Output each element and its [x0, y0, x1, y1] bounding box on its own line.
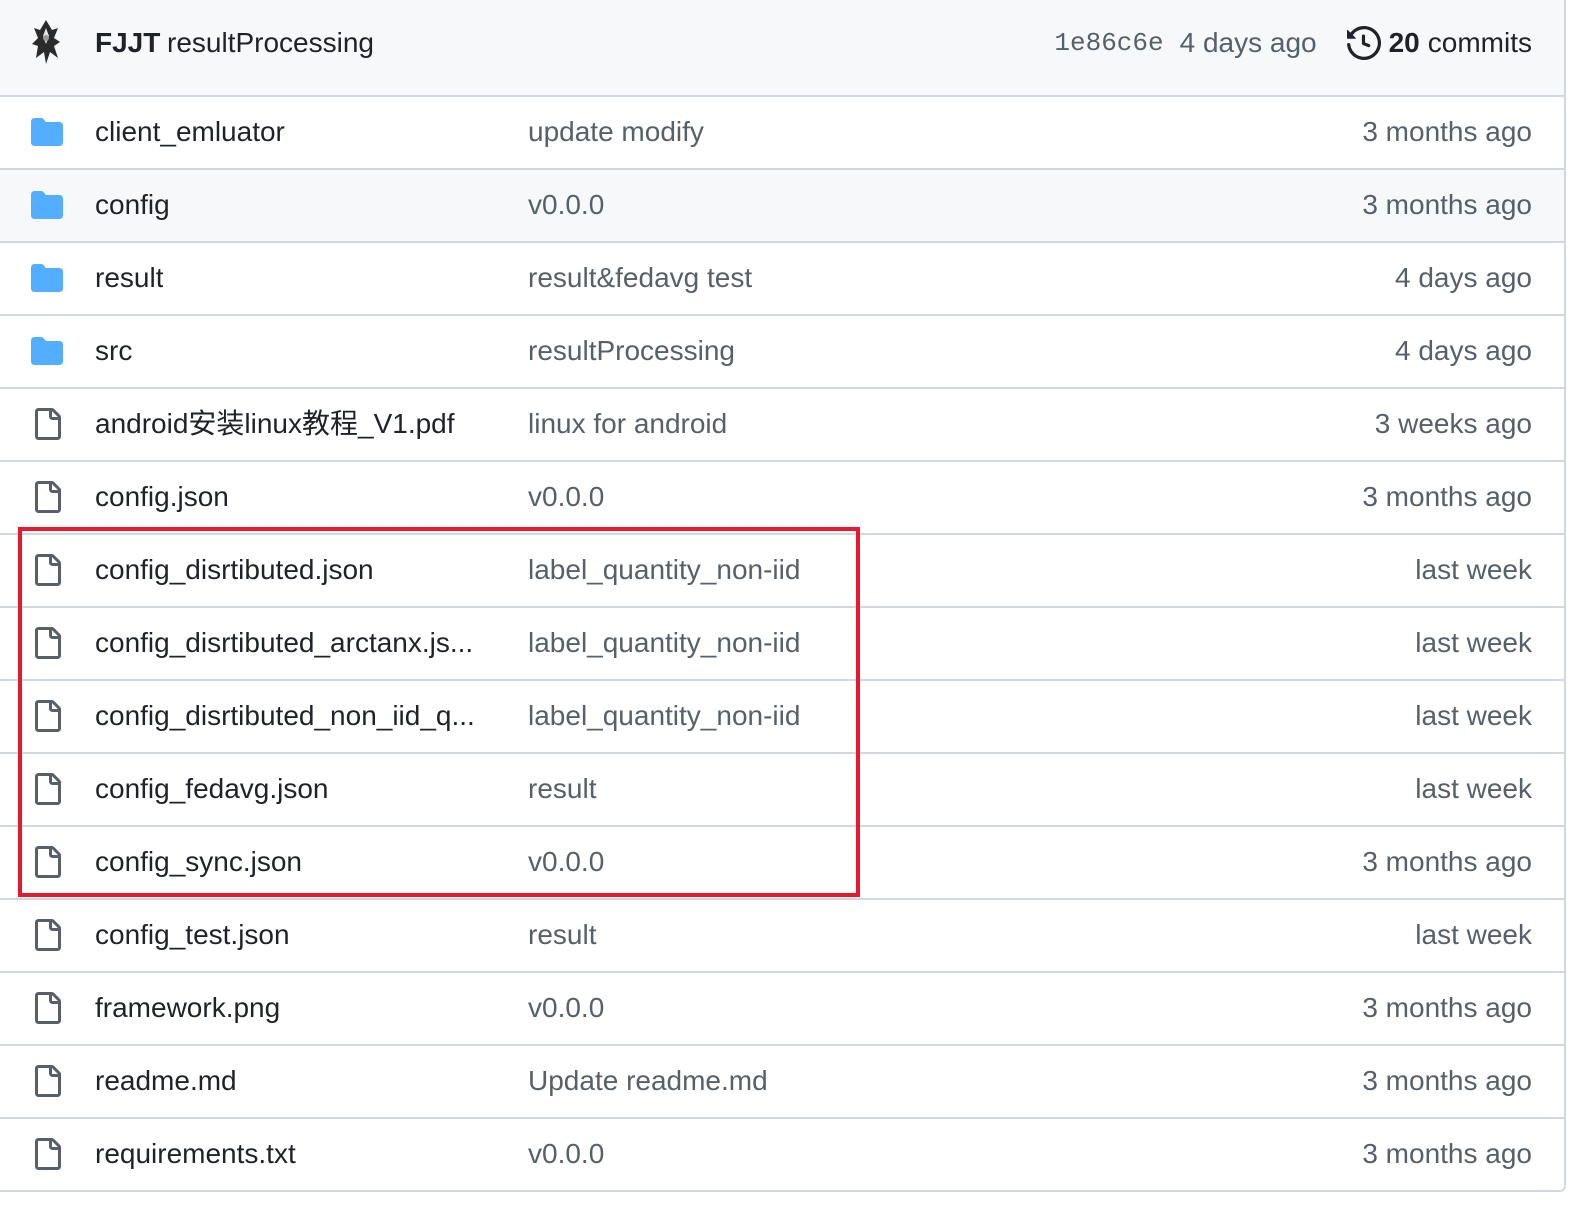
- file-commit-age: last week: [1415, 554, 1532, 585]
- file-name-link[interactable]: config_test.json: [95, 918, 290, 952]
- file-commit-age: 3 weeks ago: [1374, 408, 1532, 439]
- history-icon: [1346, 26, 1381, 60]
- file-name-link[interactable]: config.json: [95, 480, 229, 514]
- file-commit-age: 3 months ago: [1362, 1138, 1532, 1169]
- file-name-link[interactable]: result: [95, 261, 163, 295]
- file-commit-message-link[interactable]: linux for android: [528, 407, 727, 441]
- file-commit-age: last week: [1415, 700, 1532, 731]
- file-row[interactable]: readme.md Update readme.md 3 months ago: [0, 1046, 1564, 1119]
- author-avatar[interactable]: [26, 18, 66, 66]
- file-icon: [30, 992, 64, 1024]
- file-commit-message-link[interactable]: v0.0.0: [528, 845, 604, 879]
- file-row[interactable]: config.json v0.0.0 3 months ago: [0, 462, 1564, 535]
- file-icon: [30, 554, 64, 586]
- file-icon: [30, 700, 64, 732]
- file-commit-age: 3 months ago: [1362, 846, 1532, 877]
- latest-commit-bar: FJJT resultProcessing 1e86c6e 4 days ago…: [0, 0, 1564, 97]
- file-icon: [30, 481, 64, 513]
- commit-count: 20: [1388, 27, 1420, 58]
- file-row[interactable]: android安装linux教程_V1.pdf linux for android…: [0, 389, 1564, 462]
- file-commit-age: last week: [1415, 773, 1532, 804]
- folder-icon: [30, 189, 64, 221]
- file-name-link[interactable]: android安装linux教程_V1.pdf: [95, 407, 455, 441]
- file-commit-age: 4 days ago: [1395, 262, 1532, 293]
- file-icon: [30, 408, 64, 440]
- commits-label: commits: [1427, 27, 1532, 58]
- file-commit-message-link[interactable]: v0.0.0: [528, 1137, 604, 1171]
- file-row[interactable]: src resultProcessing 4 days ago: [0, 316, 1564, 389]
- file-commit-message-link[interactable]: label_quantity_non-iid: [528, 626, 800, 660]
- file-row[interactable]: requirements.txt v0.0.0 3 months ago: [0, 1119, 1564, 1190]
- file-commit-age: 4 days ago: [1395, 335, 1532, 366]
- file-icon: [30, 919, 64, 951]
- file-row[interactable]: config_disrtibuted.json label_quantity_no…: [0, 535, 1564, 608]
- folder-icon: [30, 116, 64, 148]
- file-name-link[interactable]: config_disrtibuted.json: [95, 553, 374, 587]
- file-commit-age: 3 months ago: [1362, 116, 1532, 147]
- file-commit-age: last week: [1415, 919, 1532, 950]
- file-name-link[interactable]: config_sync.json: [95, 845, 302, 879]
- file-row[interactable]: config_test.json result last week: [0, 900, 1564, 973]
- file-commit-message-link[interactable]: Update readme.md: [528, 1064, 768, 1098]
- file-row[interactable]: client_emluator update modify 3 months ago: [0, 97, 1564, 170]
- commit-author[interactable]: FJJT: [95, 26, 160, 60]
- file-row[interactable]: result result&fedavg test 4 days ago: [0, 243, 1564, 316]
- commits-link[interactable]: 20 commits: [1346, 26, 1532, 60]
- folder-icon: [30, 262, 64, 294]
- file-commit-message-link[interactable]: v0.0.0: [528, 480, 604, 514]
- file-commit-message-link[interactable]: label_quantity_non-iid: [528, 699, 800, 733]
- file-commit-age: 3 months ago: [1362, 1065, 1532, 1096]
- file-commit-age: 3 months ago: [1362, 481, 1532, 512]
- file-name-link[interactable]: config_disrtibuted_arctanx.js...: [95, 626, 473, 660]
- file-name-link[interactable]: src: [95, 334, 132, 368]
- file-icon: [30, 773, 64, 805]
- file-list: client_emluator update modify 3 months ago…: [0, 97, 1564, 1190]
- file-name-link[interactable]: config_disrtibuted_non_iid_q...: [95, 699, 475, 733]
- file-icon: [30, 627, 64, 659]
- folder-icon: [30, 335, 64, 367]
- file-icon: [30, 1065, 64, 1097]
- file-commit-message-link[interactable]: result&fedavg test: [528, 261, 752, 295]
- file-name-link[interactable]: requirements.txt: [95, 1137, 296, 1171]
- commit-message[interactable]: resultProcessing: [167, 26, 374, 60]
- file-browser: FJJT resultProcessing 1e86c6e 4 days ago…: [0, 0, 1566, 1192]
- file-name-link[interactable]: config: [95, 188, 170, 222]
- file-commit-message-link[interactable]: v0.0.0: [528, 188, 604, 222]
- file-commit-message-link[interactable]: label_quantity_non-iid: [528, 553, 800, 587]
- file-commit-message-link[interactable]: result: [528, 772, 596, 806]
- commit-meta: 1e86c6e 4 days ago 20 commits: [1054, 26, 1532, 60]
- file-row[interactable]: config_sync.json v0.0.0 3 months ago: [0, 827, 1564, 900]
- file-commit-age: last week: [1415, 627, 1532, 658]
- file-row[interactable]: framework.png v0.0.0 3 months ago: [0, 973, 1564, 1046]
- file-row[interactable]: config v0.0.0 3 months ago: [0, 170, 1564, 243]
- commit-sha[interactable]: 1e86c6e: [1054, 28, 1163, 58]
- file-commit-age: 3 months ago: [1362, 189, 1532, 220]
- file-name-link[interactable]: framework.png: [95, 991, 280, 1025]
- file-row[interactable]: config_fedavg.json result last week: [0, 754, 1564, 827]
- file-row[interactable]: config_disrtibuted_non_iid_q... label_qua…: [0, 681, 1564, 754]
- file-commit-message-link[interactable]: update modify: [528, 115, 704, 149]
- commit-age: 4 days ago: [1179, 27, 1317, 58]
- file-commit-message-link[interactable]: result: [528, 918, 596, 952]
- file-commit-age: 3 months ago: [1362, 992, 1532, 1023]
- file-name-link[interactable]: readme.md: [95, 1064, 237, 1098]
- file-icon: [30, 1138, 64, 1170]
- file-row[interactable]: config_disrtibuted_arctanx.js... label_qu…: [0, 608, 1564, 681]
- file-name-link[interactable]: config_fedavg.json: [95, 772, 329, 806]
- file-name-link[interactable]: client_emluator: [95, 115, 285, 149]
- file-icon: [30, 846, 64, 878]
- file-commit-message-link[interactable]: resultProcessing: [528, 334, 735, 368]
- file-commit-message-link[interactable]: v0.0.0: [528, 991, 604, 1025]
